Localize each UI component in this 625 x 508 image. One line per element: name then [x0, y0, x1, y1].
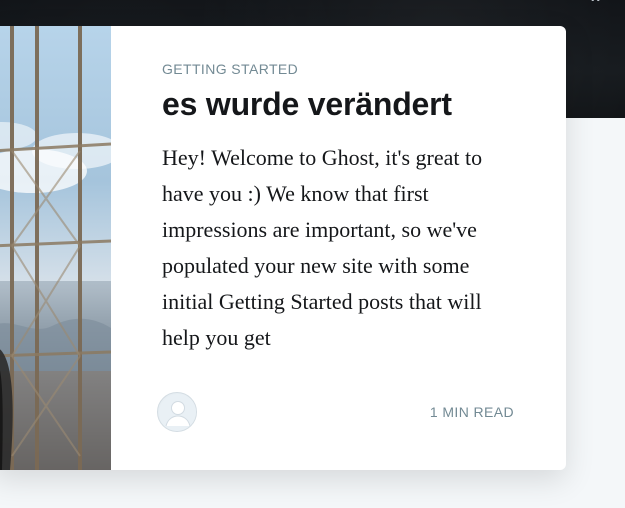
post-card-footer: 1 min read [157, 392, 514, 438]
primary-tag[interactable]: Getting Started [162, 62, 522, 76]
post-title[interactable]: es wurde verändert [162, 87, 522, 122]
page: •• GETTING STARTED es wurde verändert He… [0, 0, 625, 508]
post-card-content[interactable]: Getting Started es wurde verändert Hey! … [157, 62, 522, 452]
post-card[interactable]: Getting Started es wurde verändert Hey! … [0, 26, 566, 470]
dots-icon[interactable]: •• [591, 0, 611, 6]
user-avatar-icon[interactable] [157, 392, 197, 432]
post-card-image-illustration [0, 26, 111, 470]
reading-time: 1 min read [429, 404, 514, 420]
post-card-image[interactable] [0, 26, 111, 470]
post-excerpt[interactable]: Hey! Welcome to Ghost, it's great to hav… [162, 140, 512, 356]
user-avatar-icon-graphic [159, 394, 196, 431]
